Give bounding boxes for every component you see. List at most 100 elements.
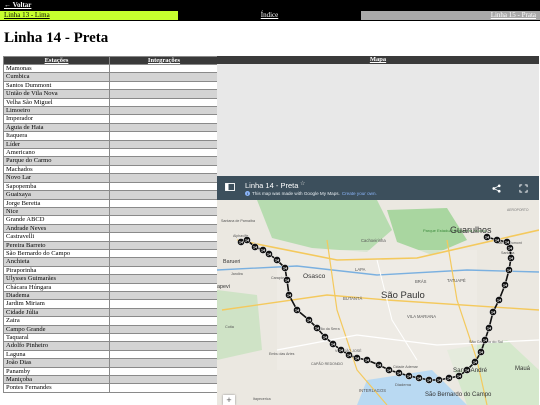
zoom-in-button[interactable]: + — [223, 395, 235, 405]
table-row: Machados — [3, 164, 219, 175]
station-marker[interactable]: 14 — [385, 366, 393, 374]
station-marker[interactable]: 14 — [503, 238, 511, 246]
expand-map-icon[interactable] — [225, 183, 235, 191]
station-marker-label: 14 — [283, 266, 287, 270]
station-name-cell: Castravelli — [3, 232, 110, 242]
station-marker[interactable]: 14 — [273, 256, 281, 264]
create-map-link[interactable]: Create your own. — [342, 191, 377, 196]
map-label: Cotia — [225, 325, 235, 329]
fullscreen-icon[interactable] — [519, 184, 528, 193]
map-label: Osasco — [303, 273, 326, 280]
station-marker[interactable]: 14 — [337, 346, 345, 354]
station-marker[interactable]: 14 — [243, 236, 251, 244]
station-marker-label: 14 — [397, 371, 401, 375]
station-name-cell: Guaixaya — [3, 190, 110, 200]
station-marker[interactable]: 14 — [445, 374, 453, 382]
integrations-cell — [109, 383, 219, 393]
map-label: LAPA — [355, 267, 366, 272]
table-row: Guaixaya — [3, 190, 219, 200]
station-marker[interactable]: 14 — [285, 291, 293, 299]
table-row: Diadema — [3, 290, 219, 301]
station-marker[interactable]: 14 — [501, 281, 509, 289]
station-marker-label: 14 — [245, 238, 249, 242]
station-marker[interactable]: 14 — [425, 376, 433, 384]
station-marker-label: 14 — [267, 252, 271, 256]
map-label: INTERLAGOS — [359, 388, 386, 393]
map-label: CAPÃO REDONDO — [311, 361, 343, 366]
station-marker[interactable]: 14 — [293, 306, 301, 314]
station-marker[interactable]: 14 — [265, 250, 273, 258]
integrations-cell — [109, 257, 219, 267]
next-line-link[interactable]: Linha 15 - Prata — [361, 11, 540, 20]
index-link[interactable]: Índice — [178, 11, 361, 20]
table-row: Velha São Miguel — [3, 97, 219, 108]
station-marker[interactable]: 14 — [281, 264, 289, 272]
station-name-cell: João Dias — [3, 358, 110, 368]
station-marker[interactable]: 14 — [375, 361, 383, 369]
integrations-column-header[interactable]: Integrações — [109, 56, 219, 65]
station-marker-label: 14 — [331, 342, 335, 346]
station-marker[interactable]: 14 — [463, 366, 471, 374]
integrations-cell — [109, 148, 219, 158]
embedded-map[interactable]: Linha 14 - Preta ☆ i This map was made wi… — [217, 176, 539, 405]
page-title: Linha 14 - Preta — [4, 30, 109, 46]
station-name-cell: Jorge Beretta — [3, 198, 110, 208]
station-marker[interactable]: 14 — [329, 340, 337, 348]
share-icon[interactable] — [492, 184, 501, 193]
station-marker[interactable]: 14 — [495, 296, 503, 304]
station-marker[interactable]: 14 — [455, 372, 463, 380]
table-row: Anchieta — [3, 257, 219, 267]
stations-column-header[interactable]: Estações — [3, 56, 110, 65]
station-marker[interactable]: 14 — [505, 266, 513, 274]
station-marker[interactable]: 14 — [483, 233, 491, 241]
back-link[interactable]: ← Voltar — [4, 1, 31, 9]
station-marker[interactable]: 14 — [477, 348, 485, 356]
station-name-cell: Sapopemba — [3, 181, 110, 192]
station-marker[interactable]: 14 — [345, 351, 353, 359]
map-subtitle-row: i This map was made with Google My Maps. C… — [245, 191, 377, 196]
map-column-header[interactable]: Mapa — [217, 56, 539, 64]
station-marker-label: 14 — [487, 326, 491, 330]
table-row: Laguna — [3, 349, 219, 360]
station-marker[interactable]: 14 — [485, 324, 493, 332]
station-marker[interactable]: 14 — [415, 374, 423, 382]
station-marker[interactable]: 14 — [489, 308, 497, 316]
map-label: BRÁS — [415, 279, 427, 284]
table-row: João Dias — [3, 358, 219, 368]
integrations-cell — [109, 265, 219, 276]
station-marker[interactable]: 14 — [507, 254, 515, 262]
integrations-cell — [109, 215, 219, 225]
station-marker[interactable]: 14 — [493, 236, 501, 244]
station-marker-label: 14 — [365, 358, 369, 362]
station-marker-label: 14 — [275, 258, 279, 262]
station-marker[interactable]: 14 — [321, 333, 329, 341]
previous-line-link[interactable]: Linha 13 - Lima — [0, 11, 178, 20]
table-row: Maniçoba — [3, 375, 219, 385]
station-marker[interactable]: 14 — [363, 356, 371, 364]
map-canvas[interactable]: Santana de Parnaíba Alphaville Parque Es… — [217, 200, 539, 405]
station-marker[interactable]: 14 — [481, 336, 489, 344]
station-marker-label: 14 — [507, 268, 511, 272]
station-marker[interactable]: 14 — [353, 354, 361, 362]
station-marker[interactable]: 14 — [395, 369, 403, 377]
station-marker[interactable]: 14 — [305, 316, 313, 324]
table-row: Imperador — [3, 114, 219, 124]
integrations-cell — [109, 248, 219, 259]
station-marker[interactable]: 14 — [435, 376, 443, 384]
station-marker[interactable]: 14 — [471, 358, 479, 366]
station-marker[interactable]: 14 — [405, 372, 413, 380]
integrations-cell — [109, 89, 219, 99]
station-name-cell: São Bernardo do Campo — [3, 248, 110, 259]
station-name-cell: Nice — [3, 206, 110, 217]
map-label: TATUAPÉ — [447, 278, 466, 283]
star-icon[interactable]: ☆ — [300, 180, 305, 187]
station-marker[interactable]: 14 — [251, 243, 259, 251]
integrations-cell — [109, 332, 219, 343]
integrations-cell — [109, 198, 219, 208]
station-marker[interactable]: 14 — [313, 324, 321, 332]
station-marker-label: 14 — [505, 240, 509, 244]
station-marker-label: 14 — [253, 245, 257, 249]
station-marker-label: 14 — [295, 308, 299, 312]
table-row: Sapopemba — [3, 181, 219, 192]
station-marker[interactable]: 14 — [283, 276, 291, 284]
